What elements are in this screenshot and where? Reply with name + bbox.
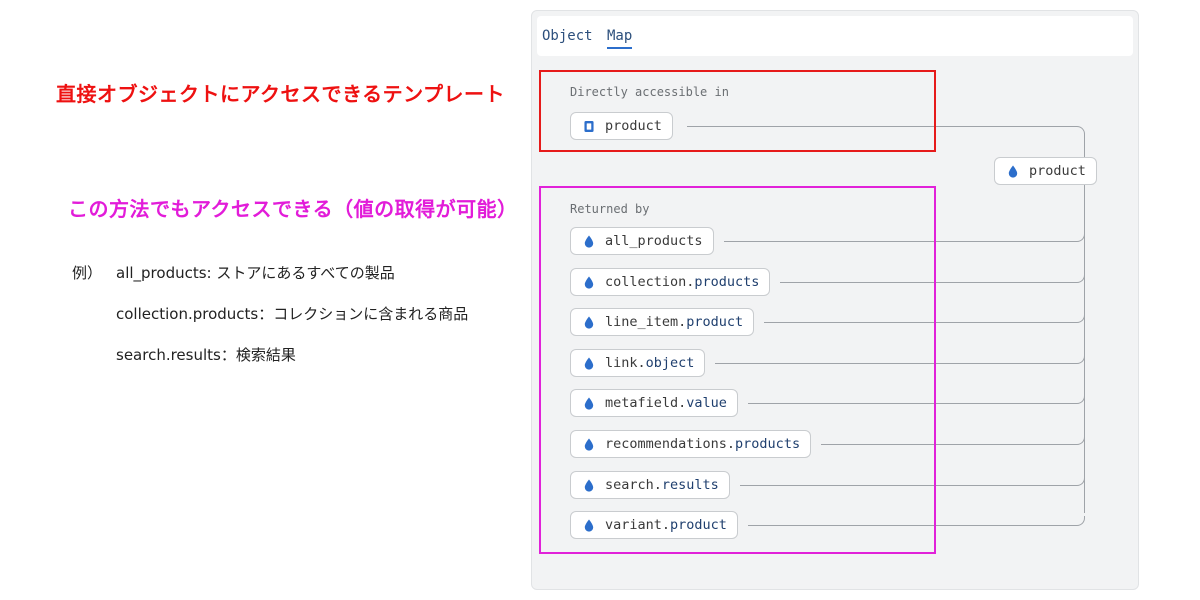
chip-target-product[interactable]: product [994,157,1097,185]
highlight-box-direct [539,70,936,152]
connector-curve [1075,126,1085,136]
tab-bar: Object Map [537,16,1133,56]
tab-object[interactable]: Object [542,28,593,44]
highlight-box-returned-by [539,186,936,554]
annotation-direct-access: 直接オブジェクトにアクセスできるテンプレート [56,82,505,106]
tab-map[interactable]: Map [607,28,633,49]
example-line: collection.products：コレクションに含まれる商品 [116,305,469,323]
chip-label: product [1029,163,1086,179]
example-line: all_products: ストアにあるすべての製品 [116,264,395,282]
connector-line [1084,136,1085,157]
connector-curve [1075,516,1085,526]
drop-icon [1008,165,1018,178]
annotation-returned-by-note: この方法でもアクセスできる（値の取得が可能） [68,197,518,221]
example-label: 例） [72,264,103,282]
example-line: search.results：検索結果 [116,346,296,364]
